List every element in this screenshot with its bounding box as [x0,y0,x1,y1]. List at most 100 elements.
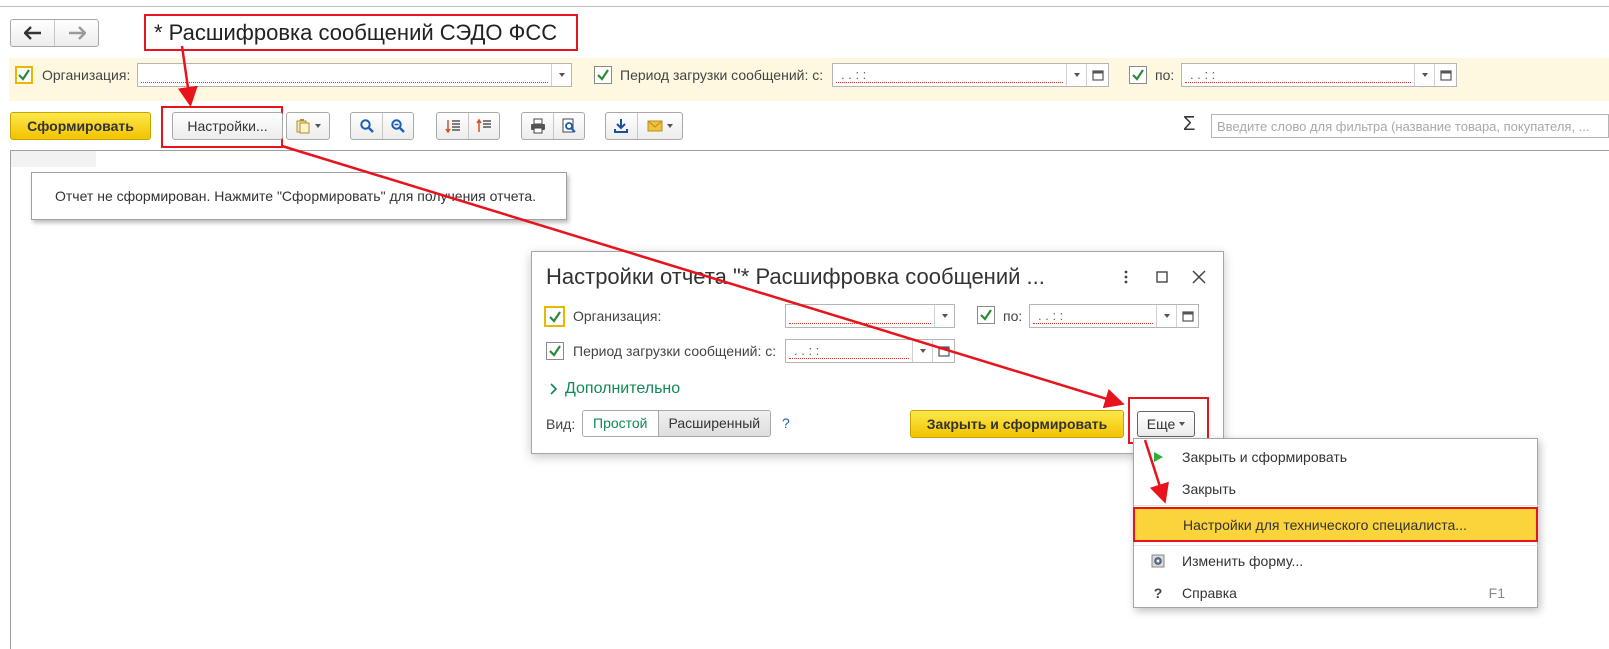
dialog-to-field[interactable]: . . : : [1029,304,1199,328]
menu-item-label: Справка [1182,585,1237,601]
calendar-icon [1439,70,1452,81]
caret-down-icon [1179,422,1186,426]
search-next-icon [391,119,405,133]
generate-button[interactable]: Сформировать [10,112,151,140]
dialog-to-checkbox[interactable] [977,306,995,324]
dialog-to-value[interactable]: . . : : [1030,305,1156,327]
checkmark-icon [597,69,609,81]
print-button[interactable] [522,113,553,139]
expand-groups-button[interactable] [437,113,468,139]
calendar-icon [937,346,950,357]
help-icon: ? [1153,585,1163,601]
dialog-org-field[interactable] [785,304,955,328]
caret-down-icon [666,124,673,128]
calendar-icon [1181,311,1194,322]
period-to-value[interactable]: . . : : [1182,64,1414,86]
back-button[interactable] [11,20,54,46]
calendar-icon [1091,70,1104,81]
collapse-groups-button[interactable] [468,113,499,139]
dialog-more-button[interactable] [1115,266,1137,288]
org-filter-value[interactable] [138,64,551,86]
variants-seg[interactable] [287,113,329,139]
checkmark-icon [1132,69,1144,81]
search-icon [359,119,374,133]
dialog-to-label: по: [1003,308,1023,324]
more-menu: Закрыть и сформировать Закрыть Настройки… [1133,438,1539,609]
advanced-label[interactable]: Дополнительно [565,380,680,398]
sum-icon[interactable]: Σ [1183,113,1195,136]
period-to-calendar-button[interactable] [1434,64,1456,86]
period-from-field[interactable]: . . : : [832,63,1109,87]
print-preview-button[interactable] [553,113,584,139]
search-input[interactable] [1211,114,1609,138]
menu-item-change-form[interactable]: Изменить форму... [1134,545,1539,577]
org-filter-checkbox[interactable] [15,66,33,84]
dialog-to-calendar-button[interactable] [1176,305,1198,327]
period-from-dropdown[interactable] [1066,64,1086,86]
forward-button[interactable] [54,20,98,46]
dialog-from-checkbox[interactable] [546,342,564,360]
close-and-generate-button[interactable]: Закрыть и сформировать [910,410,1124,438]
page-title: * Расшифровка сообщений СЭДО ФСС [144,14,578,51]
more-button[interactable]: Еще [1137,411,1195,437]
menu-item-label: Настройки для технического специалиста..… [1183,516,1467,533]
send-email-button[interactable] [636,113,682,139]
menu-item-shortcut: F1 [1488,585,1505,601]
dialog-to-dropdown[interactable] [1156,305,1176,327]
play-icon [1134,450,1182,464]
group-buttons [436,112,500,140]
view-help-link[interactable]: ? [782,415,790,431]
dialog-org-checkbox[interactable] [544,306,565,327]
dialog-org-label: Организация: [573,308,662,324]
org-filter-field[interactable] [137,63,572,87]
dialog-org-value[interactable] [786,305,934,327]
variants-button[interactable] [286,112,330,140]
report-notice: Отчет не сформирован. Нажмите "Сформиров… [31,172,567,220]
period-from-value[interactable]: . . : : [833,64,1066,86]
expand-rows-icon [444,120,460,134]
save-button[interactable] [606,113,637,139]
export-buttons [605,112,683,140]
dialog-title: Настройки отчета "* Расшифровка сообщени… [546,264,1045,289]
find-button[interactable] [351,113,382,139]
find-next-button[interactable] [382,113,413,139]
envelope-icon [647,120,663,132]
dialog-close-button[interactable] [1188,266,1210,288]
find-buttons [350,112,414,140]
period-from-checkbox[interactable] [594,66,612,84]
nav-buttons [10,19,99,47]
period-from-calendar-button[interactable] [1086,64,1108,86]
period-to-checkbox[interactable] [1129,66,1147,84]
org-dropdown-button[interactable] [551,64,571,86]
dialog-from-label: Период загрузки сообщений: с: [573,343,777,359]
view-extended-option[interactable]: Расширенный [658,411,771,436]
dialog-from-value[interactable]: . . : : [786,340,912,362]
settings-button[interactable]: Настройки... [172,112,283,140]
menu-item-label: Закрыть и сформировать [1182,449,1348,465]
chevron-right-icon [550,383,558,395]
menu-item-close[interactable]: Закрыть [1134,473,1539,505]
menu-item-close-generate[interactable]: Закрыть и сформировать [1134,441,1539,473]
menu-item-tech-settings[interactable]: Настройки для технического специалиста..… [1133,507,1538,542]
arrow-left-icon [23,26,41,40]
settings-dialog: Настройки отчета "* Расшифровка сообщени… [531,251,1224,454]
advanced-toggle[interactable]: Дополнительно [549,380,680,398]
dialog-from-dropdown[interactable] [912,340,932,362]
arrow-right-icon [68,26,86,40]
period-to-dropdown[interactable] [1414,64,1434,86]
menu-item-help[interactable]: ? Справка F1 [1134,577,1539,609]
period-to-field[interactable]: . . : : [1181,63,1457,87]
print-buttons [521,112,585,140]
period-from-label: Период загрузки сообщений: с: [620,67,824,83]
view-simple-option[interactable]: Простой [583,411,659,436]
checkmark-icon [980,309,992,321]
more-label: Еще [1146,416,1176,432]
dialog-maximize-button[interactable] [1151,266,1173,288]
dialog-from-field[interactable]: . . : : [785,339,955,363]
printer-icon [530,118,545,134]
report-header-cell [11,151,96,167]
dialog-from-calendar-button[interactable] [932,340,954,362]
view-label: Вид: [546,416,576,432]
dialog-org-dropdown[interactable] [934,305,954,327]
close-icon [1192,270,1206,284]
